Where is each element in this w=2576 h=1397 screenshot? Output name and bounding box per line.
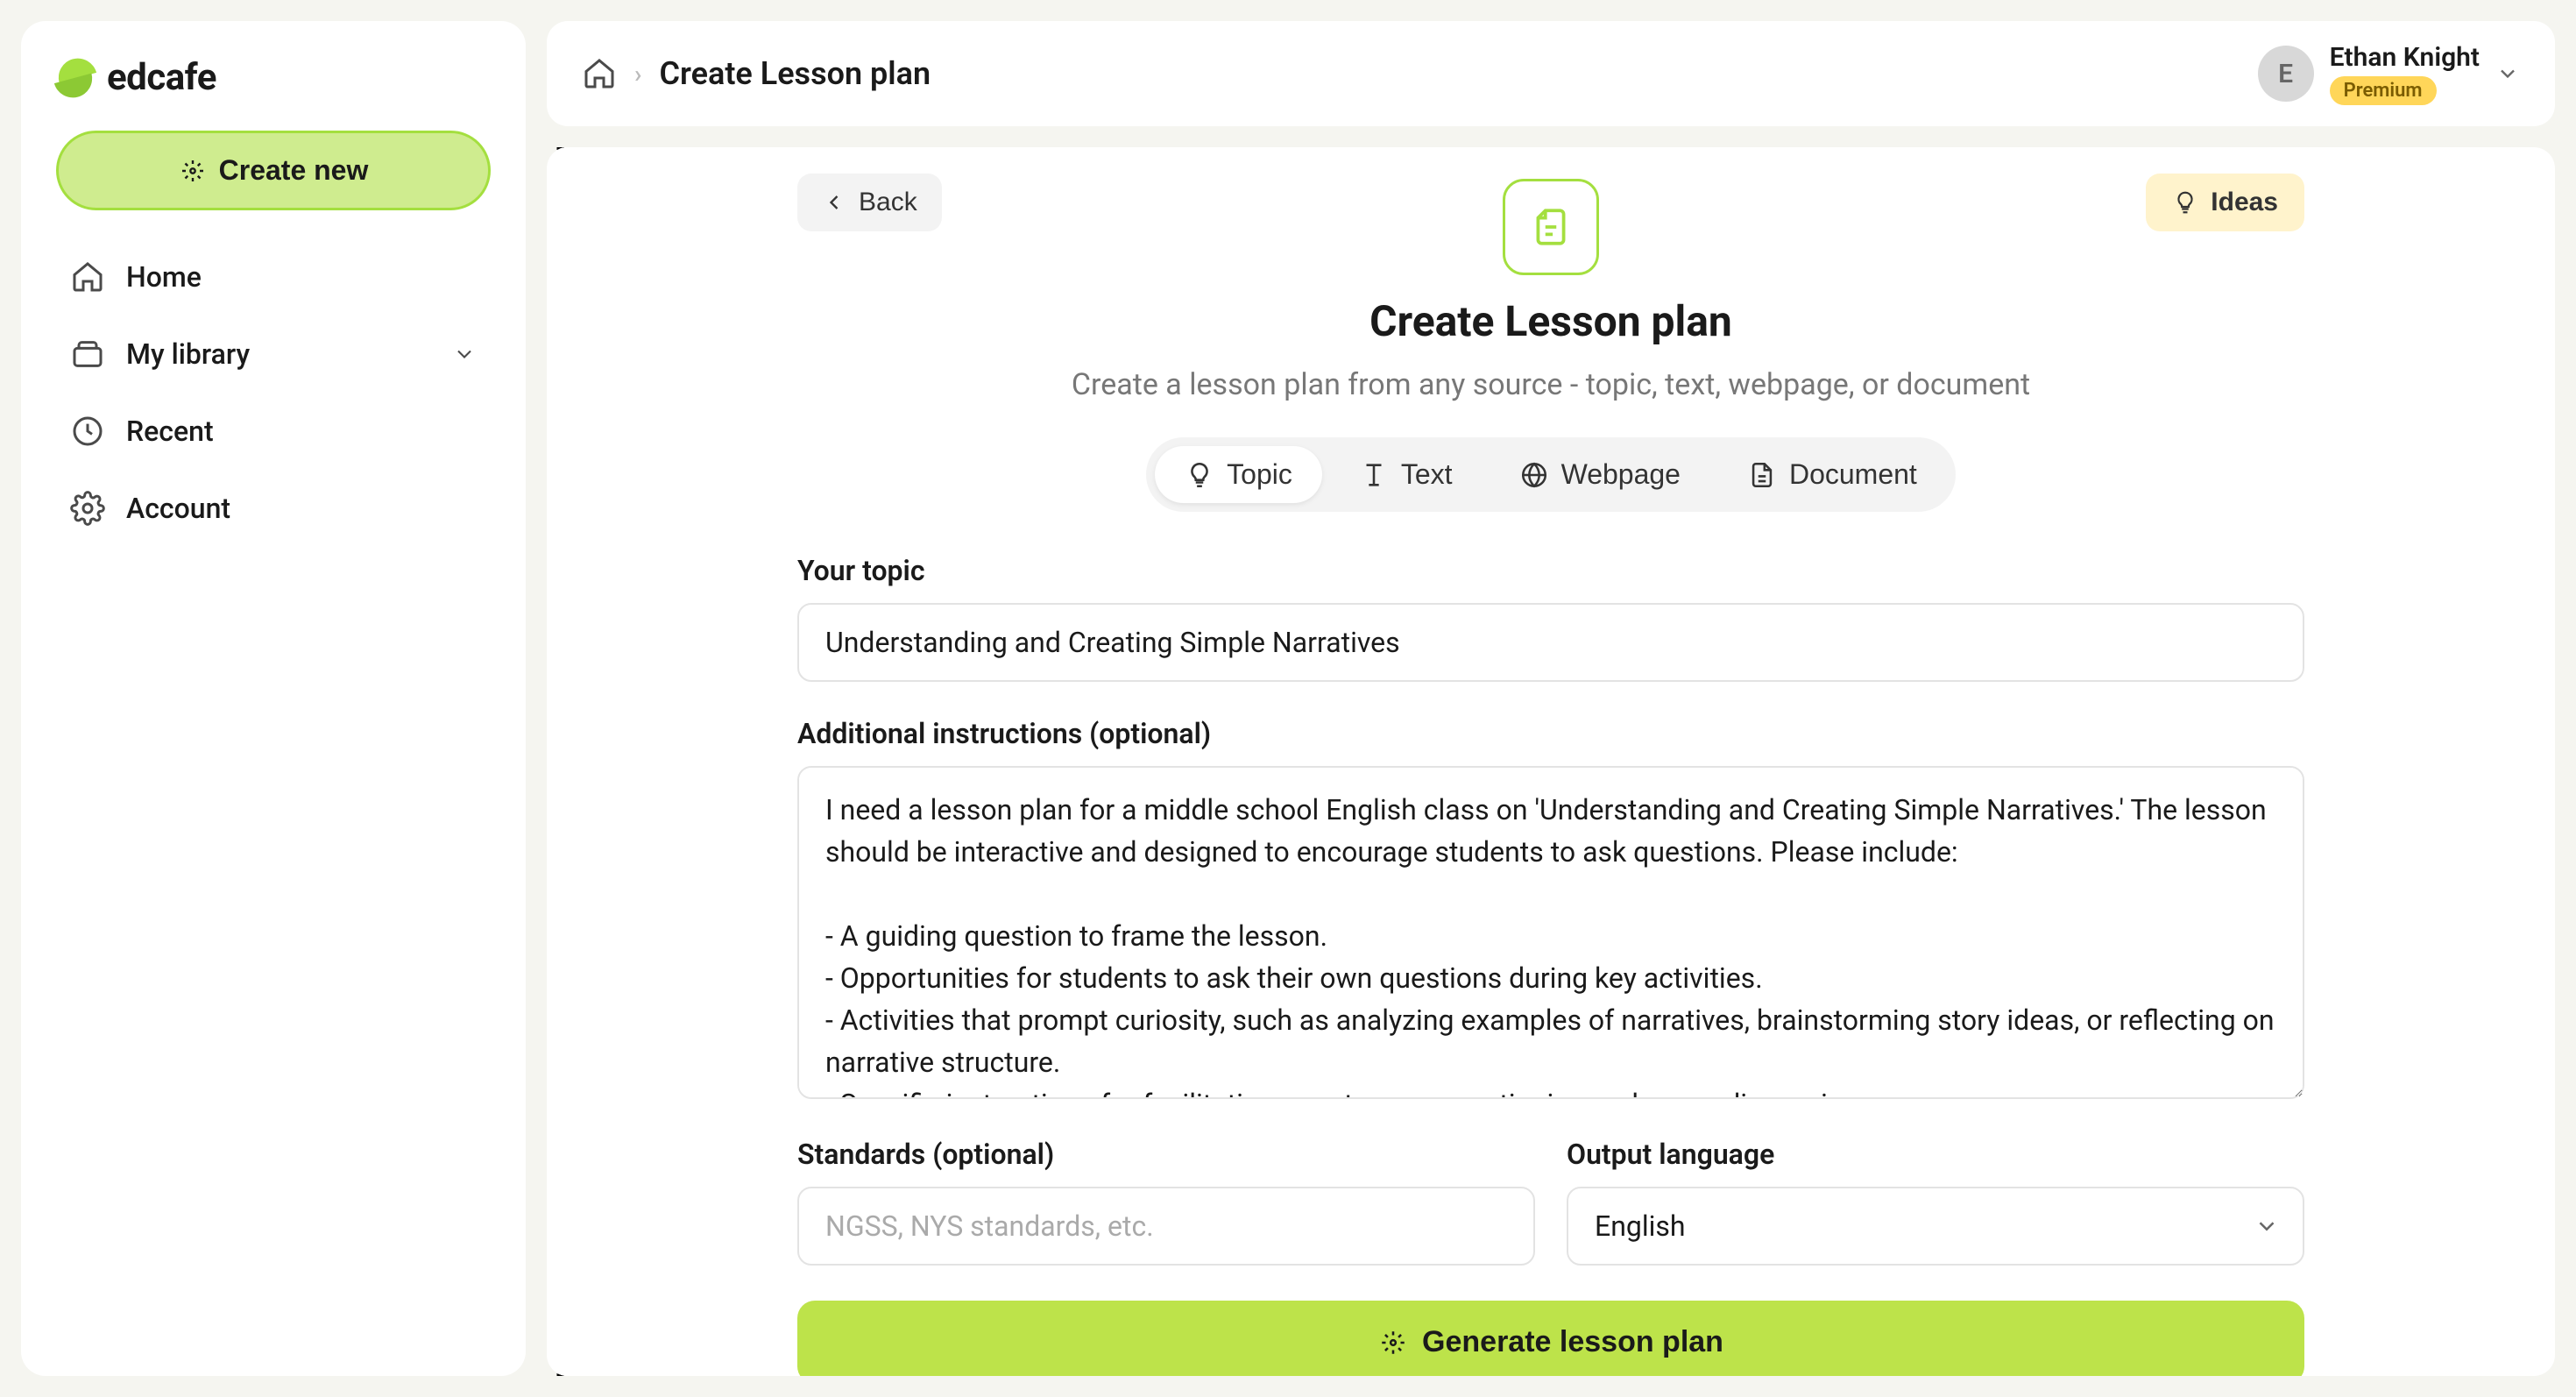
user-info: Ethan Knight Premium xyxy=(2330,42,2480,105)
sparkle-icon xyxy=(1378,1328,1408,1358)
library-icon xyxy=(70,337,105,372)
language-select[interactable]: English xyxy=(1567,1187,2304,1266)
topbar: › Create Lesson plan E Ethan Knight Prem… xyxy=(547,21,2555,126)
topic-input[interactable] xyxy=(797,603,2304,682)
language-label: Output language xyxy=(1567,1138,2304,1171)
tab-topic[interactable]: Topic xyxy=(1155,446,1322,503)
create-new-button[interactable]: Create new xyxy=(56,131,491,210)
breadcrumb: › Create Lesson plan xyxy=(582,55,931,92)
ideas-button[interactable]: Ideas xyxy=(2146,174,2304,231)
tab-document[interactable]: Document xyxy=(1717,446,1947,503)
document-icon xyxy=(1747,460,1777,490)
sidebar-item-library[interactable]: My library xyxy=(56,319,491,389)
sidebar-item-label: Home xyxy=(126,260,202,294)
standards-label: Standards (optional) xyxy=(797,1138,1535,1171)
brand-name: edcafe xyxy=(107,56,216,99)
sidebar-nav: Home My library Recent Account xyxy=(56,242,491,543)
tab-label: Text xyxy=(1401,458,1453,491)
sidebar-item-label: Account xyxy=(126,492,230,525)
sidebar-item-home[interactable]: Home xyxy=(56,242,491,312)
tab-label: Webpage xyxy=(1561,458,1681,491)
generate-button[interactable]: Generate lesson plan xyxy=(797,1301,2304,1376)
breadcrumb-separator: › xyxy=(634,60,641,89)
instructions-textarea[interactable] xyxy=(797,766,2304,1099)
logo-mark-icon xyxy=(56,59,95,97)
user-name: Ethan Knight xyxy=(2330,42,2480,73)
home-icon xyxy=(70,259,105,294)
tab-label: Topic xyxy=(1227,458,1292,491)
premium-badge: Premium xyxy=(2330,76,2437,105)
standards-input[interactable] xyxy=(797,1187,1535,1266)
back-button[interactable]: Back xyxy=(797,174,942,231)
sidebar-item-label: My library xyxy=(126,337,250,371)
avatar: E xyxy=(2258,46,2314,102)
sparkle-icon xyxy=(179,157,207,185)
sidebar-item-label: Recent xyxy=(126,415,214,448)
user-menu[interactable]: E Ethan Knight Premium xyxy=(2258,42,2520,105)
lightbulb-icon xyxy=(1185,460,1214,490)
hero: Create Lesson plan Create a lesson plan … xyxy=(797,179,2304,402)
tab-text[interactable]: Text xyxy=(1329,446,1483,503)
tab-label: Document xyxy=(1789,458,1917,491)
create-new-label: Create new xyxy=(219,154,369,187)
chevron-down-icon xyxy=(452,342,477,366)
topic-label: Your topic xyxy=(797,554,2304,587)
globe-icon xyxy=(1519,460,1549,490)
source-tabs: Topic Text Webpage Document xyxy=(1146,437,1956,512)
text-icon xyxy=(1359,460,1389,490)
content-panel: Back Ideas Create Lesson plan Create a l… xyxy=(547,147,2555,1376)
brand-logo: edcafe xyxy=(56,56,491,99)
sidebar: edcafe Create new Home My library Recent xyxy=(21,21,526,1376)
page-title: Create Lesson plan xyxy=(1369,296,1732,346)
generate-label: Generate lesson plan xyxy=(1422,1325,1723,1359)
tab-webpage[interactable]: Webpage xyxy=(1490,446,1710,503)
sidebar-item-recent[interactable]: Recent xyxy=(56,396,491,466)
lesson-plan-icon xyxy=(1503,179,1599,275)
lightbulb-icon xyxy=(2172,189,2198,216)
page-subtitle: Create a lesson plan from any source - t… xyxy=(1072,367,2030,402)
chevron-down-icon xyxy=(2495,61,2520,86)
sidebar-item-account[interactable]: Account xyxy=(56,473,491,543)
back-label: Back xyxy=(859,188,917,217)
gear-icon xyxy=(70,491,105,526)
instructions-label: Additional instructions (optional) xyxy=(797,717,2304,750)
ideas-label: Ideas xyxy=(2211,188,2278,217)
arrow-left-icon xyxy=(822,190,846,215)
breadcrumb-page: Create Lesson plan xyxy=(659,55,931,92)
clock-icon xyxy=(70,414,105,449)
home-icon[interactable] xyxy=(582,56,617,91)
